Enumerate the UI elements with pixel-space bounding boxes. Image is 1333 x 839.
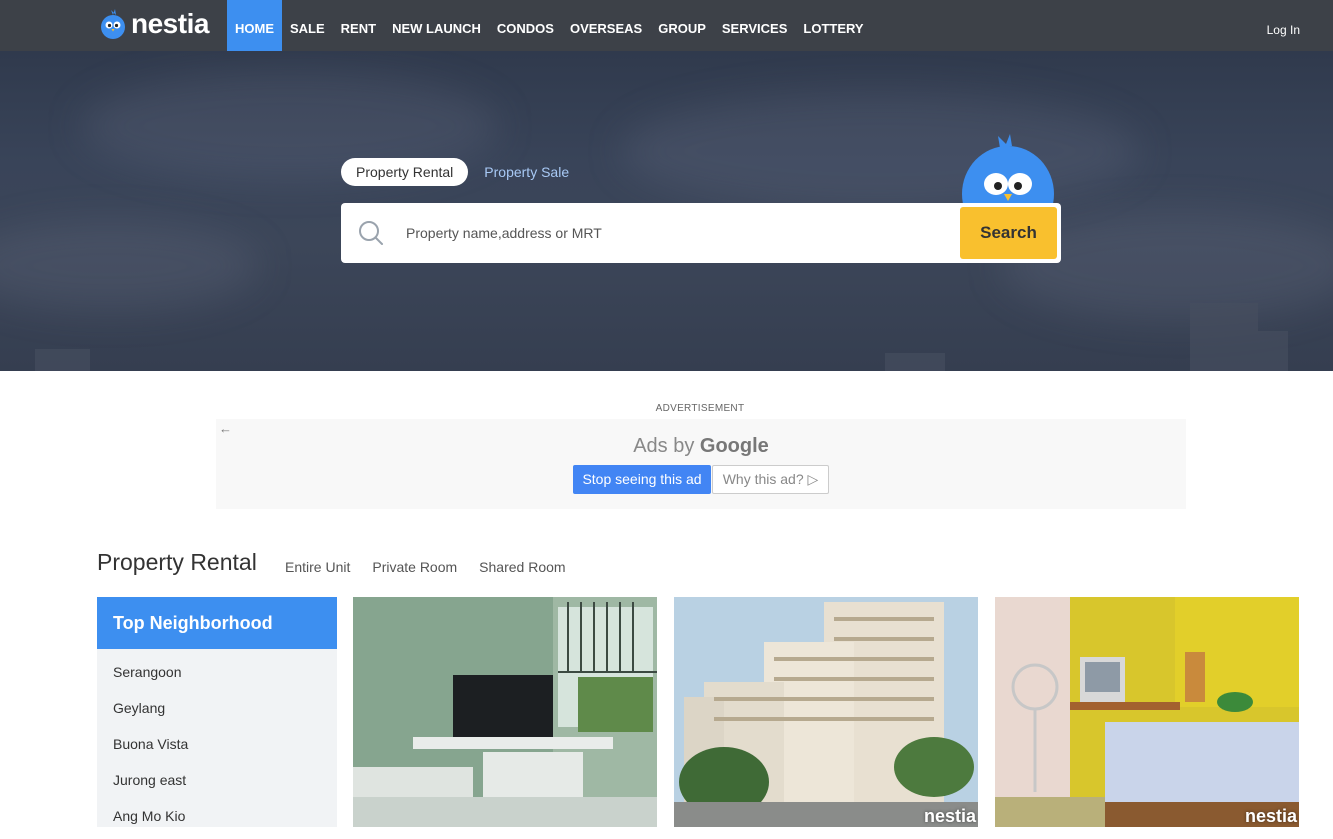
building-silhouette	[885, 353, 945, 371]
nav-home[interactable]: HOME	[227, 0, 282, 51]
logo-text: nestia	[131, 8, 209, 39]
tab-shared-room[interactable]: Shared Room	[479, 559, 565, 575]
tab-property-rental[interactable]: Property Rental	[341, 158, 469, 186]
tab-property-sale[interactable]: Property Sale	[484, 164, 569, 180]
logo[interactable]: nestia	[99, 6, 209, 42]
listing-card[interactable]: nestia	[995, 597, 1299, 827]
search-button[interactable]: Search	[960, 207, 1057, 259]
nav-sale[interactable]: SALE	[282, 0, 333, 51]
bird-logo-icon	[101, 9, 125, 39]
ad-title-brand: Google	[699, 435, 769, 457]
listing-card[interactable]: nestia	[674, 597, 978, 827]
listing-watermark: nestia	[923, 806, 976, 826]
search-type-tabs: Property Rental Property Sale	[341, 158, 569, 186]
main-menu: HOME SALE RENT NEW LAUNCH CONDOS OVERSEA…	[227, 0, 872, 51]
ad-title-prefix: Ads by	[633, 435, 695, 457]
nav-services[interactable]: SERVICES	[714, 0, 796, 51]
nav-new-launch[interactable]: NEW LAUNCH	[384, 0, 489, 51]
search-bar: Search	[341, 203, 1061, 263]
sidebar-item-geylang[interactable]: Geylang	[97, 685, 337, 721]
listing-photo-bedroom	[995, 597, 1299, 827]
back-arrow-icon[interactable]: ←	[219, 421, 232, 436]
nav-condos[interactable]: CONDOS	[489, 0, 562, 51]
search-icon	[359, 221, 383, 245]
ad-title: Ads by Google	[216, 435, 1186, 458]
hero-banner: Property Rental Property Sale Search	[0, 51, 1333, 371]
sidebar-item-jurong-east[interactable]: Jurong east	[97, 757, 337, 793]
listing-photo-hdb-blocks	[674, 597, 978, 827]
sidebar-item-ang-mo-kio[interactable]: Ang Mo Kio	[97, 793, 337, 829]
nav-rent[interactable]: RENT	[333, 0, 384, 51]
bird-mascot-icon	[962, 134, 1054, 206]
cloud-decoration	[620, 91, 1140, 211]
stop-seeing-ad-button[interactable]: Stop seeing this ad	[573, 465, 711, 494]
tab-entire-unit[interactable]: Entire Unit	[285, 559, 350, 575]
nav-group[interactable]: GROUP	[650, 0, 714, 51]
building-silhouette	[35, 349, 90, 371]
login-link[interactable]: Log In	[1267, 0, 1300, 51]
building-silhouette	[1190, 303, 1258, 371]
why-this-ad-button[interactable]: Why this ad? ▷	[712, 465, 829, 494]
nav-lottery[interactable]: LOTTERY	[795, 0, 871, 51]
ad-container: ← Ads by Google Stop seeing this ad Why …	[216, 419, 1186, 509]
sidebar-heading: Top Neighborhood	[97, 597, 337, 649]
sidebar-item-buona-vista[interactable]: Buona Vista	[97, 721, 337, 757]
search-input[interactable]	[406, 203, 946, 263]
listing-watermark: nestia	[1244, 806, 1297, 826]
listing-card[interactable]	[353, 597, 657, 827]
cloud-decoration	[0, 221, 260, 311]
nav-overseas[interactable]: OVERSEAS	[562, 0, 650, 51]
building-silhouette	[1258, 331, 1288, 371]
tab-private-room[interactable]: Private Room	[372, 559, 457, 575]
neighborhood-sidebar: Top Neighborhood Serangoon Geylang Buona…	[97, 597, 337, 827]
top-nav: nestia HOME SALE RENT NEW LAUNCH CONDOS …	[0, 0, 1333, 51]
sidebar-item-serangoon[interactable]: Serangoon	[97, 649, 337, 685]
ad-label: ADVERTISEMENT	[655, 403, 745, 414]
listing-photo-living-room	[353, 597, 657, 827]
section-title: Property Rental	[97, 549, 257, 575]
rental-type-tabs: Entire Unit Private Room Shared Room	[285, 559, 588, 575]
